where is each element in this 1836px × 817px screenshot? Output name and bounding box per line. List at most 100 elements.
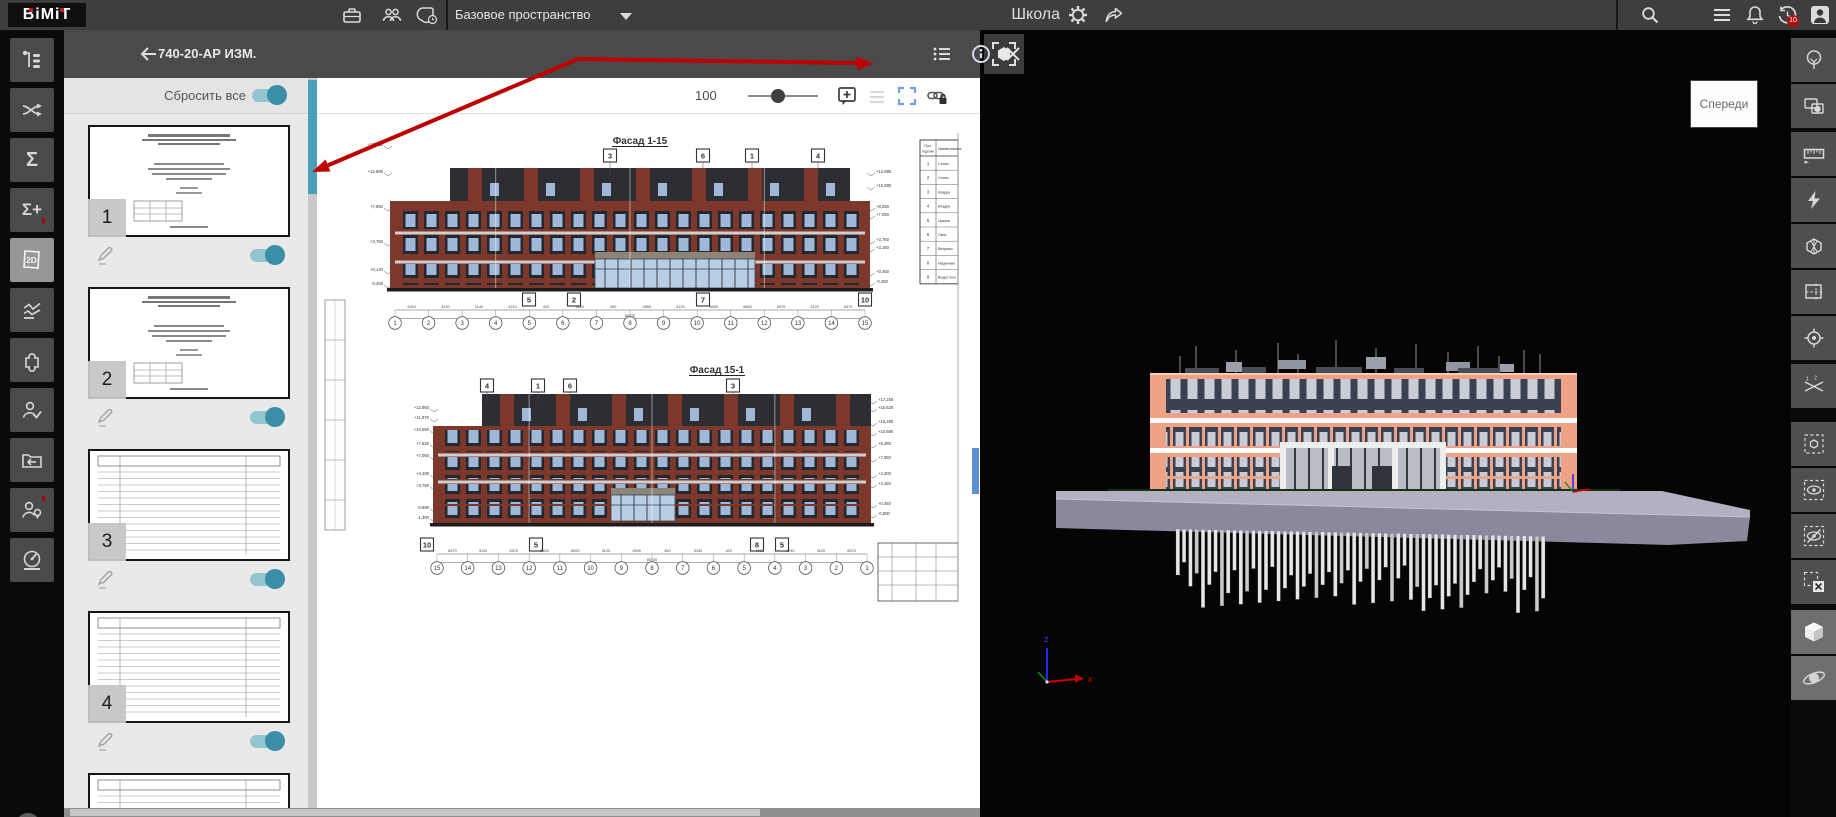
tool-orbit-mode[interactable] [1791,656,1836,700]
svg-text:10: 10 [861,296,869,305]
tool-show-selected-eye[interactable] [1791,468,1836,512]
document-page-thumbnail[interactable]: 1 [88,125,290,237]
fit-to-screen-icon[interactable] [895,84,919,108]
svg-text:11: 11 [557,566,564,572]
svg-text:+3,150: +3,150 [876,245,890,250]
svg-text:2: 2 [1814,376,1817,382]
tool-plugins-puzzle[interactable] [10,338,54,382]
tool-section-flash[interactable] [1791,178,1836,222]
page-visibility-toggle[interactable] [250,411,282,424]
tool-sigma-plus[interactable]: Σ+ [10,188,54,232]
svg-text:Фасад 1-15: Фасад 1-15 [613,136,668,147]
viewer-horizontal-scrollbar[interactable] [64,808,980,817]
tool-select-similar[interactable] [1791,84,1836,128]
svg-text:-0,800: -0,800 [878,511,891,516]
svg-text:15: 15 [862,321,869,327]
thumbnail-scrollbar-thumb[interactable] [308,80,317,194]
menu-list-icon[interactable] [1710,3,1734,27]
reset-all-row: Сбросить все [64,78,308,114]
svg-text:+0,450: +0,450 [876,269,890,274]
workspace-selector[interactable]: Базовое пространство [455,0,591,30]
page-visibility-toggle[interactable] [250,735,282,748]
tool-isolate-object[interactable] [1791,422,1836,466]
annotate-pencil-icon[interactable] [95,245,117,272]
tool-folder-export[interactable] [10,438,54,482]
svg-text:+17,250: +17,250 [878,397,894,402]
chevron-down-icon[interactable] [620,13,632,20]
app-logo[interactable]: BiMiT [8,3,86,27]
svg-text:6800: 6800 [743,305,751,309]
svg-text:6370: 6370 [847,549,855,553]
page-visibility-toggle[interactable] [250,573,282,586]
svg-text:-0,200: -0,200 [371,281,384,286]
link-lock-icon[interactable] [925,84,949,108]
notification-dot [42,218,45,223]
reset-all-toggle[interactable] [252,89,284,102]
page-visibility-toggle[interactable] [250,249,282,262]
tool-charts[interactable] [10,288,54,332]
tool-view-mode-cube[interactable] [1791,610,1836,654]
projects-briefcase-icon[interactable] [340,3,364,27]
tool-dashboard-gauge[interactable] [10,538,54,582]
svg-text:1740: 1740 [786,549,794,553]
svg-text:+7,090: +7,090 [876,212,890,217]
tool-2d-documents[interactable]: 2D [10,238,54,282]
team-users-icon[interactable] [380,3,404,27]
zoom-slider-knob[interactable] [771,89,785,103]
info-icon[interactable] [969,42,993,66]
svg-text:+3,750: +3,750 [416,483,430,488]
document-page-thumbnail[interactable]: 2 [88,287,290,399]
tool-user-location[interactable] [10,488,54,532]
svg-text:3: 3 [731,382,735,391]
share-icon[interactable] [1102,3,1126,27]
viewer-horizontal-scrollbar-thumb[interactable] [70,809,760,816]
close-icon[interactable] [1001,42,1025,66]
svg-text:+0,450: +0,450 [878,501,892,506]
svg-text:14: 14 [828,321,835,327]
tool-relations-shuffle[interactable] [10,88,54,132]
tool-environment-tree[interactable] [1791,38,1836,82]
project-title: Школа [960,0,1060,30]
tool-clear-selection[interactable] [1791,560,1836,604]
roles-badge-clock-icon[interactable] [416,3,440,27]
tool-axes-grid[interactable]: 12 [1791,364,1836,408]
tool-clip-box[interactable] [1791,224,1836,268]
history-clock-icon[interactable]: 10 [1775,3,1799,27]
svg-text:10: 10 [694,321,701,327]
drawing-sheet-canvas[interactable]: Фасад 1-15361452710631031201140421042033… [317,113,980,808]
help-button[interactable]: ? [16,813,40,817]
annotate-pencil-icon[interactable] [95,407,117,434]
2d-icon-label: 2D [26,255,37,265]
search-icon[interactable] [1638,3,1662,27]
settings-gear-icon[interactable] [1066,3,1090,27]
tool-measure-ruler[interactable] [1791,132,1836,176]
thumbnail-scrollbar[interactable] [308,78,317,808]
model-viewport-3d[interactable]: Спереди zx [980,30,1791,817]
user-avatar-icon[interactable] [1808,3,1832,27]
back-arrow-icon[interactable] [136,42,160,66]
document-page-thumbnail[interactable]: 5 [88,773,290,808]
tool-hide-selected-eye-slash[interactable] [1791,514,1836,558]
tool-user-approve[interactable] [10,388,54,432]
tool-structure-tree[interactable] [10,38,54,82]
reset-all-label: Сбросить все [164,78,246,113]
document-page-thumbnail[interactable]: 3 [88,449,290,561]
document-page-thumbnail[interactable]: 4 [88,611,290,723]
annotate-pencil-icon[interactable] [95,731,117,758]
svg-text:6310: 6310 [408,305,416,309]
svg-text:6370: 6370 [510,549,518,553]
add-comment-icon[interactable] [835,84,859,108]
tool-sigma[interactable]: Σ [10,138,54,182]
page-number-badge: 1 [88,199,126,237]
svg-text:5: 5 [534,541,538,550]
viewer-vertical-scrollbar-thumb[interactable] [972,448,979,494]
sheet-list-icon[interactable] [930,42,954,66]
svg-text:+4,300: +4,300 [878,471,892,476]
tool-clip-plane[interactable] [1791,270,1836,314]
svg-text:2890: 2890 [643,305,651,309]
notifications-bell-icon[interactable] [1743,3,1767,27]
tool-focus-target[interactable] [1791,316,1836,360]
svg-text:5: 5 [527,296,531,305]
annotate-pencil-icon[interactable] [95,569,117,596]
svg-text:12: 12 [761,321,768,327]
